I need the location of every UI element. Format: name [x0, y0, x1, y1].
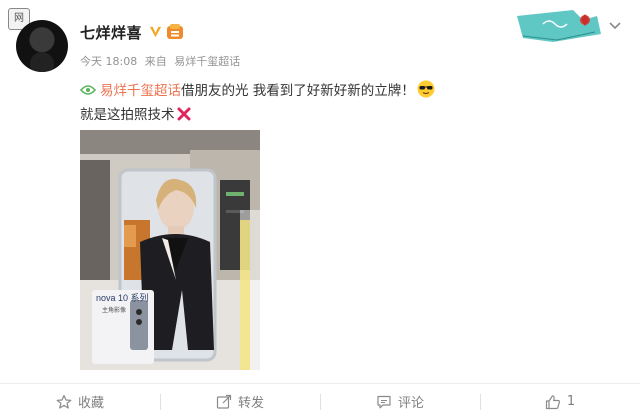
verified-v-icon — [149, 26, 162, 38]
comment-button[interactable]: 评论 — [320, 384, 480, 419]
super-topic-icon — [80, 85, 96, 95]
like-button[interactable]: 1 — [480, 384, 640, 419]
sunglasses-emoji-icon — [417, 80, 435, 98]
post-source-link[interactable]: 易烊千玺超话 — [174, 55, 240, 68]
fan-badge-icon[interactable] — [166, 23, 184, 41]
post-text-line-1: 借朋友的光 我看到了好新好新的立牌！ — [181, 83, 415, 99]
standee-sub-text: 主角影像 — [102, 306, 126, 314]
comment-icon — [377, 395, 391, 408]
repost-label: 转发 — [237, 396, 264, 411]
thumbs-up-icon — [545, 394, 560, 409]
super-topic-link[interactable]: 易烊千玺超话 — [100, 83, 181, 99]
user-name[interactable]: 七烊烊喜 — [80, 22, 142, 43]
post-text-line-2: 就是这拍照技术 — [80, 107, 175, 123]
post-content: 易烊千玺超话借朋友的光 我看到了好新好新的立牌！ 就是这拍照技术 — [80, 79, 600, 127]
action-bar: 收藏 转发 评论 1 — [0, 384, 640, 419]
post-meta: 今天 18:08 来自 易烊千玺超话 — [80, 53, 244, 69]
avatar[interactable] — [16, 20, 68, 72]
chevron-down-icon[interactable] — [609, 22, 621, 30]
header-decoration-banner — [517, 10, 601, 42]
comment-label: 评论 — [397, 396, 424, 411]
repost-button[interactable]: 转发 — [160, 384, 320, 419]
post-line-2: 就是这拍照技术 — [80, 103, 600, 127]
standee-brand-text: nova 10 系列 — [96, 292, 149, 303]
favorite-label: 收藏 — [77, 396, 104, 411]
favorite-button[interactable]: 收藏 — [0, 384, 160, 419]
post-photo[interactable]: nova 10 系列 主角影像 — [80, 130, 260, 370]
post-time: 今天 18:08 — [80, 55, 138, 68]
cross-mark-emoji-icon — [177, 107, 190, 121]
post-source-prefix: 来自 — [144, 55, 167, 68]
star-icon — [56, 394, 72, 409]
like-count: 1 — [566, 394, 576, 409]
repost-icon — [216, 394, 232, 409]
post-line-1: 易烊千玺超话借朋友的光 我看到了好新好新的立牌！ — [80, 79, 600, 103]
